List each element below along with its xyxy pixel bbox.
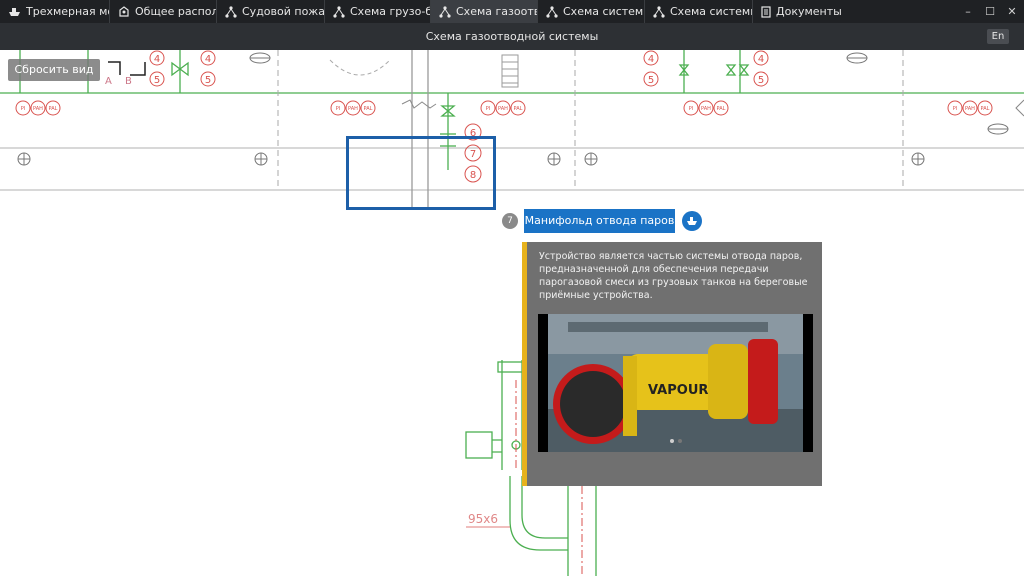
tab-fire-system[interactable]: Судовой пожарный: [217, 0, 325, 23]
svg-text:PI: PI: [486, 106, 491, 112]
tab-label: Схема грузо-балластной: [350, 5, 430, 18]
carousel-dot[interactable]: [670, 439, 674, 443]
svg-text:PI: PI: [689, 106, 694, 112]
element-label-button[interactable]: Манифольд отвода паров: [524, 209, 675, 233]
tag-label: 4: [205, 54, 211, 65]
element-number-badge: 7: [502, 213, 518, 229]
tab-cargo-ballast[interactable]: Схема грузо-балластной: [325, 0, 431, 23]
tag-a: A: [105, 76, 112, 87]
selection-highlight: [346, 136, 496, 210]
tab-label: Трехмерная модель: [26, 5, 109, 18]
tag-label: 4: [758, 54, 764, 65]
tab-label: Документы: [776, 5, 842, 18]
reset-view-button[interactable]: Сбросить вид: [8, 59, 100, 81]
network-icon: [546, 5, 558, 18]
schematic-drawing[interactable]: A B 4 5 4 5 4 5 4 5 6 7 8 PI PAH PAL PI PAH…: [0, 50, 1024, 576]
svg-text:PAL: PAL: [981, 106, 990, 112]
network-icon: [225, 5, 237, 18]
tab-label: Схема газоотводной: [456, 5, 537, 18]
photo-text: VAPOUR: [648, 383, 708, 398]
network-icon: [333, 5, 345, 18]
svg-text:PAL: PAL: [364, 106, 373, 112]
tag-label: 4: [154, 54, 160, 65]
minimize-button[interactable]: –: [956, 0, 980, 23]
svg-text:PAH: PAH: [965, 106, 975, 112]
svg-text:PI: PI: [336, 106, 341, 112]
tab-label: Общее расположение: [135, 5, 216, 18]
tag-label: 5: [205, 75, 211, 86]
dimension-label: 95x6: [468, 512, 498, 526]
tab-label: Судовой пожарный: [242, 5, 324, 18]
tab-3d-model[interactable]: Трехмерная модель: [0, 0, 110, 23]
svg-text:PAL: PAL: [49, 106, 58, 112]
svg-text:PI: PI: [21, 106, 26, 112]
language-button[interactable]: En: [987, 29, 1009, 44]
panel-accent-bar: [522, 242, 527, 486]
element-description: Устройство является частью системы отвод…: [539, 251, 808, 301]
tab-system-p[interactable]: Схема системы п: [538, 0, 645, 23]
tab-system-k[interactable]: Схема системы к: [645, 0, 753, 23]
tab-bar: Трехмерная модель Общее расположение Суд…: [0, 0, 1024, 23]
tab-gas-venting[interactable]: Схема газоотводной: [431, 0, 538, 23]
tag-label: 4: [648, 54, 654, 65]
carousel-dot[interactable]: [678, 439, 682, 443]
svg-text:PI: PI: [953, 106, 958, 112]
document-icon: [761, 5, 771, 18]
tag-b: B: [125, 76, 132, 87]
maximize-button[interactable]: ☐: [978, 0, 1002, 23]
title-bar: Схема газоотводной системы: [0, 23, 1024, 50]
element-photo[interactable]: VAPOUR: [538, 314, 813, 452]
tag-label: 5: [648, 75, 654, 86]
layout-icon: [119, 5, 129, 17]
tab-documents[interactable]: Документы: [753, 0, 853, 23]
ship-icon: [687, 217, 697, 225]
ship-icon: [9, 8, 20, 16]
svg-text:PAH: PAH: [348, 106, 358, 112]
network-icon: [653, 5, 665, 18]
manifold-photo: VAPOUR: [538, 314, 813, 452]
network-icon: [439, 5, 451, 18]
show-in-3d-button[interactable]: [682, 211, 702, 231]
tab-label: Схема системы п: [563, 5, 644, 18]
info-panel: Устройство является частью системы отвод…: [522, 242, 822, 486]
close-button[interactable]: ✕: [1000, 0, 1024, 23]
tab-general-layout[interactable]: Общее расположение: [110, 0, 217, 23]
svg-text:PAL: PAL: [514, 106, 523, 112]
tag-label: 5: [154, 75, 160, 86]
svg-text:PAH: PAH: [498, 106, 508, 112]
page-title: Схема газоотводной системы: [425, 30, 599, 43]
svg-text:PAH: PAH: [33, 106, 43, 112]
svg-text:PAH: PAH: [701, 106, 711, 112]
tab-label: Схема системы к: [670, 5, 752, 18]
tag-label: 5: [758, 75, 764, 86]
svg-text:PAL: PAL: [717, 106, 726, 112]
